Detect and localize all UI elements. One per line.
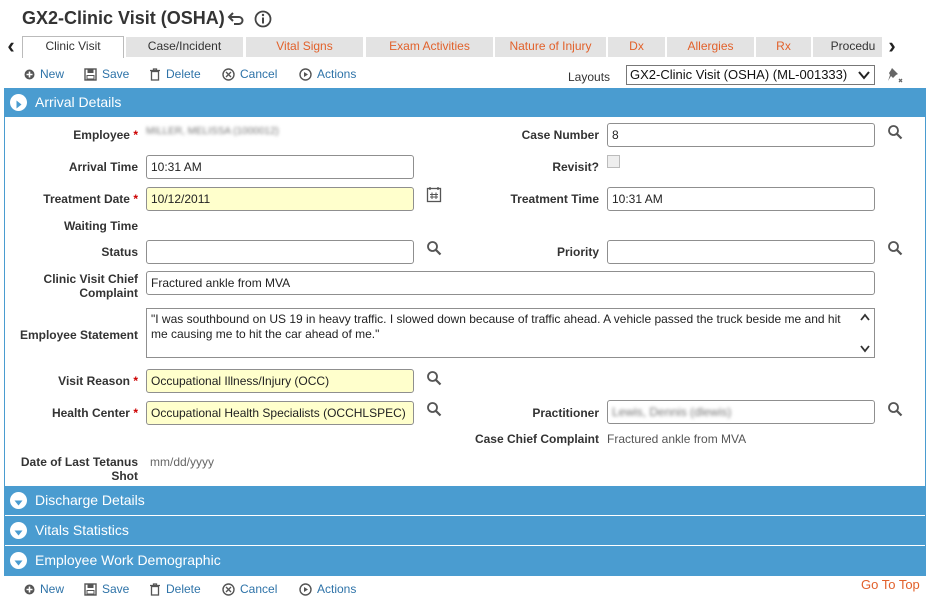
chief-complaint-label: Clinic Visit Chief Complaint — [43, 272, 138, 300]
delete-button[interactable]: Delete — [149, 581, 201, 597]
expand-down-icon — [10, 492, 27, 509]
status-input[interactable] — [146, 240, 414, 264]
layouts-select[interactable]: GX2-Clinic Visit (OSHA) (ML-001333) — [626, 65, 875, 85]
revisit-checkbox[interactable] — [607, 155, 620, 168]
new-button[interactable]: New — [24, 581, 64, 597]
cancel-button[interactable]: Cancel — [222, 66, 277, 82]
tabs-viewport: Clinic Visit Case/Incident Vital Signs E… — [22, 36, 882, 58]
title-bar: GX2-Clinic Visit (OSHA) — [0, 0, 929, 36]
top-toolbar: New Save Delete Cancel Actions Layouts G… — [0, 63, 929, 85]
treatment-date-label: Treatment Date * — [43, 192, 138, 206]
revisit-label: Revisit? — [552, 160, 599, 174]
tab-vital-signs[interactable]: Vital Signs — [246, 37, 363, 57]
tetanus-date-label: Date of Last Tetanus Shot — [20, 455, 138, 483]
floppy-icon — [84, 582, 97, 596]
tab-procedures[interactable]: Procedu — [813, 37, 882, 57]
treatment-time-input[interactable]: 10:31 AM — [607, 187, 875, 211]
layouts-label: Layouts — [568, 70, 611, 84]
practitioner-input[interactable]: Lewis, Dennis (dlewis) — [607, 400, 875, 424]
arrival-time-label: Arrival Time — [68, 160, 138, 174]
treatment-date-input[interactable]: 10/12/2011 — [146, 187, 414, 211]
visit-reason-label: Visit Reason * — [58, 374, 138, 388]
undo-icon[interactable] — [227, 10, 245, 28]
tab-exam-activities[interactable]: Exam Activities — [366, 37, 493, 57]
save-button[interactable]: Save — [84, 581, 129, 597]
tab-dx[interactable]: Dx — [608, 37, 665, 57]
tab-scroll-right-icon[interactable]: › — [883, 35, 901, 58]
section-employee-work-demographic[interactable]: Employee Work Demographic — [4, 546, 926, 575]
priority-label: Priority — [556, 245, 599, 259]
actions-button[interactable]: Actions — [299, 581, 356, 597]
waiting-time-label: Waiting Time — [63, 219, 138, 233]
visit-reason-input[interactable]: Occupational Illness/Injury (OCC) — [146, 369, 414, 393]
save-button[interactable]: Save — [84, 66, 129, 82]
arrival-time-input[interactable]: 10:31 AM — [146, 155, 414, 179]
trash-icon — [150, 582, 160, 596]
expand-down-icon — [10, 552, 27, 569]
priority-input[interactable] — [607, 240, 875, 264]
health-center-input[interactable]: Occupational Health Specialists (OCCHLSP… — [146, 401, 414, 425]
trash-icon — [150, 67, 160, 81]
tab-case-incident[interactable]: Case/Incident — [126, 37, 243, 57]
search-icon[interactable] — [426, 370, 442, 386]
tab-strip: ‹ Clinic Visit Case/Incident Vital Signs… — [0, 35, 929, 58]
employee-statement-label: Employee Statement — [19, 328, 138, 342]
plus-icon — [24, 584, 35, 594]
search-icon[interactable] — [887, 401, 903, 417]
chief-complaint-input[interactable]: Fractured ankle from MVA — [146, 271, 875, 295]
expand-right-icon — [10, 94, 27, 111]
go-to-top-link[interactable]: Go To Top — [861, 577, 920, 592]
cancel-icon — [222, 67, 235, 81]
section-arrival-details[interactable]: Arrival Details — [4, 88, 926, 117]
employee-label: Employee * — [73, 128, 138, 142]
tab-clinic-visit[interactable]: Clinic Visit — [22, 36, 124, 58]
search-icon[interactable] — [426, 401, 442, 417]
employee-statement-textarea[interactable]: "I was southbound on US 19 in heavy traf… — [146, 308, 875, 358]
plus-icon — [24, 69, 35, 79]
page-title: GX2-Clinic Visit (OSHA) — [22, 8, 225, 28]
calendar-icon[interactable] — [426, 186, 442, 203]
delete-button[interactable]: Delete — [149, 66, 201, 82]
floppy-icon — [84, 67, 97, 81]
health-center-label: Health Center * — [51, 406, 138, 420]
search-icon[interactable] — [887, 240, 903, 256]
expand-down-icon — [10, 522, 27, 539]
play-circle-icon — [299, 67, 312, 81]
cancel-button[interactable]: Cancel — [222, 581, 277, 597]
search-icon[interactable] — [887, 124, 903, 140]
pin-icon[interactable] — [885, 66, 903, 84]
employee-value: MILLER, MELISSA (1000012) — [146, 126, 279, 137]
case-number-label: Case Number — [521, 128, 599, 142]
tab-scroll-left-icon[interactable]: ‹ — [2, 35, 20, 58]
search-icon[interactable] — [426, 240, 442, 256]
case-chief-complaint-label: Case Chief Complaint — [474, 432, 599, 446]
status-label: Status — [101, 245, 138, 259]
case-number-input[interactable]: 8 — [607, 123, 875, 147]
practitioner-label: Practitioner — [532, 406, 599, 420]
actions-button[interactable]: Actions — [299, 66, 356, 82]
info-icon[interactable] — [254, 10, 272, 28]
tab-rx[interactable]: Rx — [756, 37, 811, 57]
new-button[interactable]: New — [24, 66, 64, 82]
section-vitals-statistics[interactable]: Vitals Statistics — [4, 516, 926, 545]
case-chief-complaint-value: Fractured ankle from MVA — [607, 432, 747, 446]
tab-allergies[interactable]: Allergies — [667, 37, 754, 57]
chevron-down-icon — [858, 71, 870, 80]
bottom-toolbar: New Save Delete Cancel Actions — [0, 578, 929, 597]
play-circle-icon — [299, 582, 312, 596]
scrollbar[interactable] — [858, 311, 872, 355]
section-discharge-details[interactable]: Discharge Details — [4, 486, 926, 515]
treatment-time-label: Treatment Time — [510, 192, 599, 206]
tetanus-date-input[interactable]: mm/dd/yyyy — [150, 455, 214, 469]
tab-nature-of-injury[interactable]: Nature of Injury — [495, 37, 606, 57]
cancel-icon — [222, 582, 235, 596]
